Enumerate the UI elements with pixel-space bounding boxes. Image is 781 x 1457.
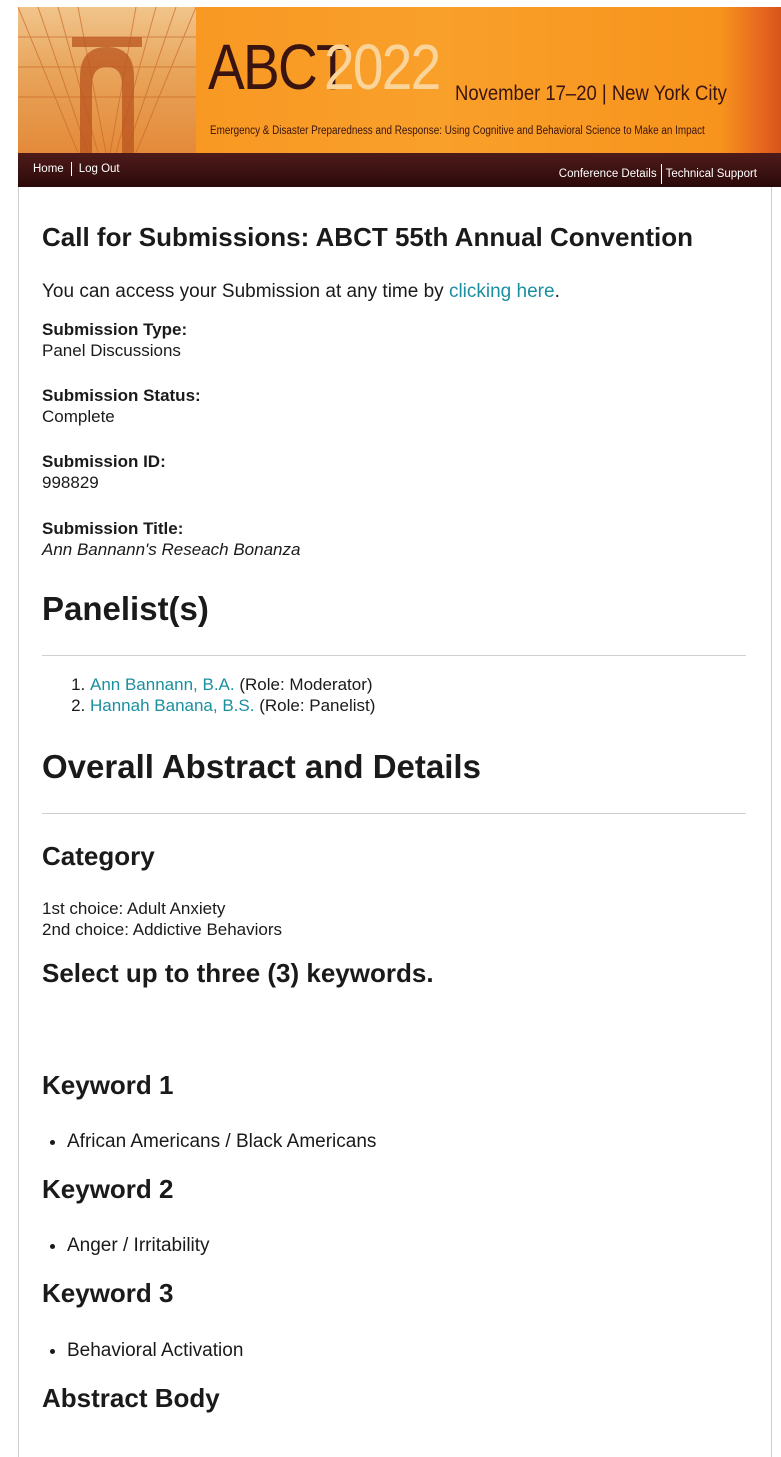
panelist-item: Hannah Banana, B.S. (Role: Panelist) bbox=[90, 695, 375, 716]
logo-year-text: 2022 bbox=[324, 31, 441, 103]
conference-banner: ABCT 2022 November 17–20 | New York City… bbox=[18, 7, 781, 153]
home-link[interactable]: Home bbox=[33, 163, 64, 175]
page-title: Call for Submissions: ABCT 55th Annual C… bbox=[42, 222, 693, 252]
abstract-heading: Overall Abstract and Details bbox=[42, 748, 481, 785]
keyword3-value: Behavioral Activation bbox=[67, 1340, 243, 1362]
submission-title-value: Ann Bannann's Reseach Bonanza bbox=[42, 540, 301, 559]
keyword2-list: Anger / Irritability bbox=[42, 1235, 210, 1257]
submission-type-field: Submission Type: Panel Discussions bbox=[42, 319, 187, 361]
submission-status-field: Submission Status: Complete bbox=[42, 385, 201, 427]
category-first-choice: 1st choice: Adult Anxiety bbox=[42, 899, 226, 918]
technical-support-link[interactable]: Technical Support bbox=[666, 168, 757, 180]
nav-left-links: Home Log Out bbox=[33, 162, 120, 176]
access-notice: You can access your Submission at any ti… bbox=[42, 281, 560, 303]
nav-right-links: Conference Details Technical Support bbox=[559, 164, 757, 184]
submission-id-field: Submission ID: 998829 bbox=[42, 451, 166, 493]
access-submission-link[interactable]: clicking here bbox=[449, 281, 555, 302]
brooklyn-bridge-image bbox=[18, 7, 196, 153]
conference-dates: November 17–20 | New York City bbox=[455, 82, 727, 105]
keyword1-heading: Keyword 1 bbox=[42, 1070, 174, 1100]
category-second-choice: 2nd choice: Addictive Behaviors bbox=[42, 920, 283, 939]
access-prefix-text: You can access your Submission at any ti… bbox=[42, 281, 449, 302]
submission-title-field: Submission Title: Ann Bannann's Reseach … bbox=[42, 518, 300, 560]
submission-id-label: Submission ID: bbox=[42, 452, 166, 471]
panelist-list: Ann Bannann, B.A. (Role: Moderator) Hann… bbox=[42, 674, 375, 716]
submission-type-label: Submission Type: bbox=[42, 320, 188, 339]
top-nav-bar: Home Log Out Conference Details Technical … bbox=[18, 153, 781, 187]
nav-divider bbox=[660, 164, 662, 184]
access-suffix-text: . bbox=[554, 281, 560, 302]
submission-type-value: Panel Discussions bbox=[42, 341, 181, 360]
submission-panel: Call for Submissions: ABCT 55th Annual C… bbox=[18, 187, 772, 1457]
panelist-name-link[interactable]: Ann Bannann, B.A. bbox=[90, 675, 235, 694]
submission-status-value: Complete bbox=[42, 407, 115, 426]
submission-id-value: 998829 bbox=[42, 473, 99, 492]
keyword1-value: African Americans / Black Americans bbox=[67, 1131, 376, 1153]
abstract-body-heading: Abstract Body bbox=[42, 1383, 220, 1413]
panelist-role: (Role: Moderator) bbox=[234, 675, 373, 694]
logout-link[interactable]: Log Out bbox=[79, 163, 120, 175]
submission-status-label: Submission Status: bbox=[42, 386, 201, 405]
keyword3-list: Behavioral Activation bbox=[42, 1340, 243, 1362]
nav-divider bbox=[70, 162, 72, 176]
keyword2-value: Anger / Irritability bbox=[67, 1235, 210, 1257]
keyword3-heading: Keyword 3 bbox=[42, 1278, 174, 1308]
section-divider bbox=[42, 813, 746, 814]
panelist-item: Ann Bannann, B.A. (Role: Moderator) bbox=[90, 674, 375, 695]
conference-details-link[interactable]: Conference Details bbox=[559, 168, 657, 180]
panelist-name-link[interactable]: Hannah Banana, B.S. bbox=[90, 696, 254, 715]
panelist-role: (Role: Panelist) bbox=[254, 696, 376, 715]
panelists-heading: Panelist(s) bbox=[42, 590, 209, 627]
category-heading: Category bbox=[42, 841, 155, 871]
submission-title-label: Submission Title: bbox=[42, 519, 184, 538]
conference-theme: Emergency & Disaster Preparedness and Re… bbox=[210, 125, 705, 137]
section-divider bbox=[42, 655, 746, 656]
keyword1-list: African Americans / Black Americans bbox=[42, 1131, 376, 1153]
keyword2-heading: Keyword 2 bbox=[42, 1174, 174, 1204]
category-choices: 1st choice: Adult Anxiety 2nd choice: Ad… bbox=[42, 898, 282, 940]
keywords-heading: Select up to three (3) keywords. bbox=[42, 958, 434, 988]
